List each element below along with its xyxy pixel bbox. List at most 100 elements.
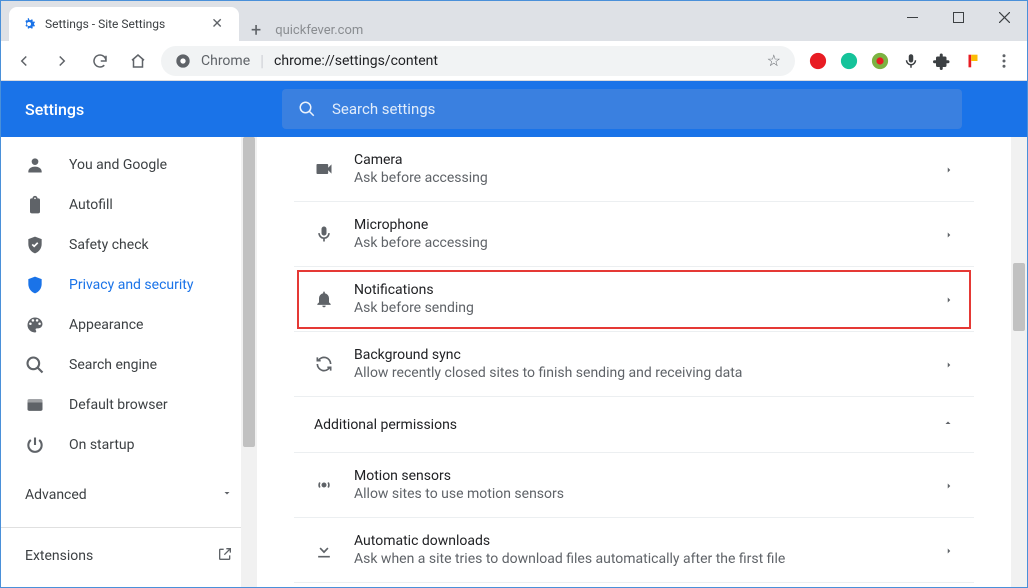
browser-tab-active[interactable]: Settings - Site Settings ✕ (9, 7, 239, 41)
chevron-right-icon (944, 541, 954, 560)
sidebar-item-search-engine[interactable]: Search engine (1, 345, 257, 385)
browser-tab-strip: Settings - Site Settings ✕ + quickfever.… (1, 1, 1027, 41)
row-subtitle: Ask before sending (354, 300, 924, 316)
camera-icon (314, 159, 334, 179)
puzzle-icon[interactable] (933, 52, 951, 70)
sidebar-item-you-and-google[interactable]: You and Google (1, 145, 257, 185)
setting-row-motion-sensors[interactable]: Motion sensors Allow sites to use motion… (294, 453, 974, 518)
url-scheme: Chrome (201, 53, 250, 69)
sidebar-item-label: Appearance (69, 317, 143, 333)
extension-grammarly-icon[interactable] (840, 52, 858, 70)
search-input[interactable] (332, 100, 946, 118)
row-subtitle: Ask before accessing (354, 170, 924, 186)
download-icon (314, 540, 334, 560)
browser-icon (25, 395, 45, 415)
row-title: Camera (354, 152, 924, 168)
tab-title: Settings - Site Settings (45, 17, 207, 31)
sidebar-item-on-startup[interactable]: On startup (1, 425, 257, 465)
sidebar-extensions[interactable]: Extensions (1, 536, 257, 576)
address-bar[interactable]: Chrome | chrome://settings/content ☆ (161, 46, 795, 76)
kebab-menu-icon[interactable] (995, 52, 1013, 70)
search-icon (25, 355, 45, 375)
row-title: Notifications (354, 282, 924, 298)
shield-icon (25, 275, 45, 295)
row-subtitle: Ask before accessing (354, 235, 924, 251)
gear-icon (21, 16, 37, 32)
row-title: Automatic downloads (354, 533, 924, 549)
chevron-right-icon (944, 160, 954, 179)
close-icon[interactable]: ✕ (207, 16, 227, 32)
extension-icons (803, 52, 1019, 70)
sidebar-item-label: Default browser (69, 397, 168, 413)
sidebar-item-autofill[interactable]: Autofill (1, 185, 257, 225)
home-button[interactable] (123, 46, 153, 76)
new-tab-area: + quickfever.com (239, 20, 375, 41)
row-subtitle: Allow sites to use motion sensors (354, 486, 924, 502)
chevron-right-icon (944, 290, 954, 309)
chevron-right-icon (944, 476, 954, 495)
maximize-button[interactable] (935, 1, 981, 33)
setting-row-notifications[interactable]: Notifications Ask before sending (294, 267, 974, 332)
mic-icon[interactable] (902, 52, 920, 70)
sync-icon (314, 354, 334, 374)
row-title: Background sync (354, 347, 924, 363)
palette-icon (25, 315, 45, 335)
setting-row-camera[interactable]: Camera Ask before accessing (294, 137, 974, 202)
row-subtitle: Allow recently closed sites to finish se… (354, 365, 924, 381)
sidebar-item-safety-check[interactable]: Safety check (1, 225, 257, 265)
sidebar-item-label: You and Google (69, 157, 167, 173)
search-settings-box[interactable] (282, 89, 962, 129)
chevron-up-icon (942, 417, 954, 433)
sidebar-item-privacy-and-security[interactable]: Privacy and security (1, 265, 257, 305)
power-icon (25, 435, 45, 455)
search-icon (298, 100, 316, 118)
sidebar-item-label: Privacy and security (69, 277, 193, 293)
shield-check-icon (25, 235, 45, 255)
chevron-right-icon (944, 355, 954, 374)
setting-row-automatic-downloads[interactable]: Automatic downloads Ask when a site trie… (294, 518, 974, 583)
back-button[interactable] (9, 46, 39, 76)
setting-row-background-sync[interactable]: Background sync Allow recently closed si… (294, 332, 974, 397)
row-title: Motion sensors (354, 468, 924, 484)
url-text: chrome://settings/content (274, 53, 438, 69)
section-title: Additional permissions (314, 417, 457, 433)
extensions-label: Extensions (25, 548, 93, 564)
new-tab-label: quickfever.com (275, 23, 363, 38)
sidebar-item-appearance[interactable]: Appearance (1, 305, 257, 345)
minimize-button[interactable] (889, 1, 935, 33)
forward-button[interactable] (47, 46, 77, 76)
mic-icon (314, 224, 334, 244)
sidebar-item-default-browser[interactable]: Default browser (1, 385, 257, 425)
sidebar-item-label: Safety check (69, 237, 149, 253)
settings-main: Camera Ask before accessing Microphone A… (257, 137, 1027, 587)
reload-button[interactable] (85, 46, 115, 76)
main-scrollbar[interactable] (1011, 137, 1027, 587)
extension-idm-icon[interactable] (871, 52, 889, 70)
additional-permissions-header[interactable]: Additional permissions (294, 397, 974, 453)
person-icon (25, 155, 45, 175)
sidebar-item-label: On startup (69, 437, 135, 453)
settings-header: Settings (1, 81, 1027, 137)
page-title: Settings (25, 100, 282, 119)
external-link-icon (217, 546, 233, 566)
sidebar-scrollbar[interactable] (241, 137, 257, 587)
row-subtitle: Ask when a site tries to download files … (354, 551, 924, 567)
chevron-right-icon (944, 225, 954, 244)
sidebar-advanced[interactable]: Advanced (1, 471, 257, 519)
chrome-icon (175, 53, 191, 69)
plus-icon[interactable]: + (251, 20, 261, 41)
extension-opera-icon[interactable] (809, 52, 827, 70)
clipboard-icon (25, 195, 45, 215)
sidebar-item-label: Search engine (69, 357, 157, 373)
star-icon[interactable]: ☆ (767, 51, 781, 70)
chevron-down-icon (221, 487, 233, 503)
row-title: Microphone (354, 217, 924, 233)
settings-sidebar: You and Google Autofill Safety check Pri… (1, 137, 257, 587)
setting-row-microphone[interactable]: Microphone Ask before accessing (294, 202, 974, 267)
bell-icon (314, 289, 334, 309)
sidebar-item-label: Autofill (69, 197, 113, 213)
close-button[interactable] (981, 1, 1027, 33)
motion-icon (314, 475, 334, 495)
extension-flag-icon[interactable] (964, 52, 982, 70)
advanced-label: Advanced (25, 487, 87, 503)
